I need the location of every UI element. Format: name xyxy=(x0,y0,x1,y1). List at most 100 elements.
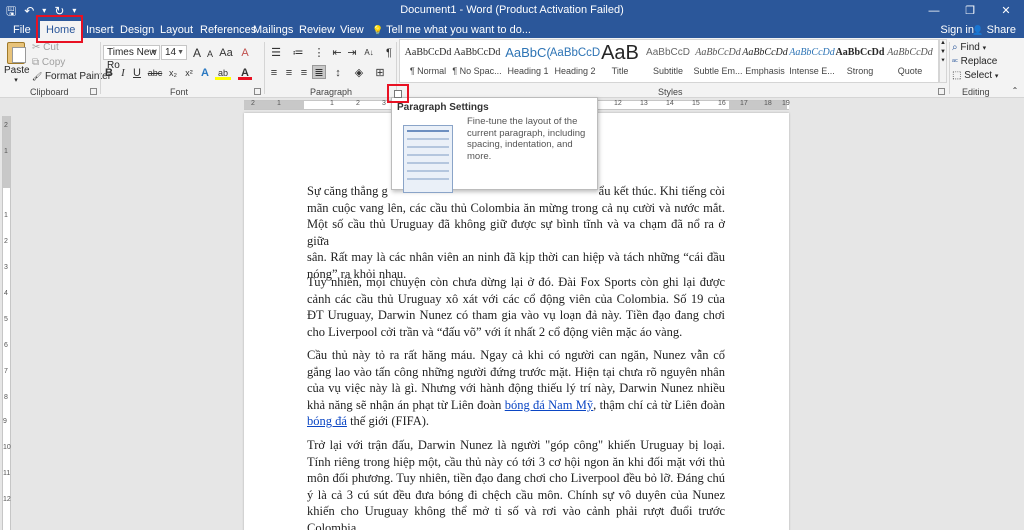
clipboard-icon xyxy=(7,42,26,64)
copy-button[interactable]: ⧉ Copy xyxy=(32,56,65,69)
tab-design[interactable]: Design xyxy=(120,22,154,38)
font-size-input[interactable]: 14 ▼ xyxy=(161,45,187,60)
paste-button[interactable]: Paste ▾ xyxy=(4,42,30,84)
collapse-ribbon-icon[interactable]: ⌃ xyxy=(1010,84,1020,98)
font-color-icon[interactable]: A xyxy=(238,66,252,80)
paragraph-3[interactable]: Cầu thủ này tỏ ra rất hăng máu. Ngay cả … xyxy=(307,347,725,430)
tab-view[interactable]: View xyxy=(340,22,364,38)
highlight-color-icon[interactable]: ab xyxy=(215,66,231,80)
scroll-up-icon[interactable]: ▲ xyxy=(940,40,946,46)
vertical-ruler[interactable]: 2 1 1 2 3 4 5 6 7 8 9 10 11 12 xyxy=(0,112,12,530)
grow-font-icon[interactable]: A xyxy=(191,46,203,60)
change-case-icon[interactable]: Aa xyxy=(218,46,234,60)
style-no-spacing[interactable]: AaBbCcDd ¶ No Spac... xyxy=(449,40,505,84)
align-left-icon[interactable]: ≡ xyxy=(268,66,280,80)
superscript-button[interactable]: x² xyxy=(182,66,196,80)
style-subtitle[interactable]: AaBbCcD Subtitle xyxy=(640,40,696,84)
styles-scrollbar[interactable]: ▲ ▼ ⯆ xyxy=(939,39,947,83)
find-button[interactable]: ⌕ Find ▾ xyxy=(952,41,986,55)
style-name: Quote xyxy=(897,66,923,76)
restore-icon[interactable]: ❐ xyxy=(952,0,988,22)
shrink-font-icon[interactable]: A xyxy=(204,47,216,61)
align-right-icon[interactable]: ≡ xyxy=(298,66,310,80)
ruler-number: 14 xyxy=(666,100,674,107)
style-strong[interactable]: AaBbCcDd Strong xyxy=(832,40,888,84)
decrease-indent-icon[interactable]: ⇤ xyxy=(331,46,343,60)
sign-in-link[interactable]: Sign in xyxy=(940,22,974,38)
clipboard-launcher-icon[interactable] xyxy=(90,88,97,95)
link-bong-da[interactable]: bóng đá xyxy=(307,414,347,428)
tell-me-box[interactable]: 💡 Tell me what you want to do... xyxy=(372,22,531,38)
window-controls: — ❐ ✕ xyxy=(916,0,1024,22)
ruler-number: 1 xyxy=(277,100,281,107)
style-normal[interactable]: AaBbCcDd ¶ Normal xyxy=(400,40,456,84)
line-spacing-icon[interactable]: ↕ xyxy=(331,66,345,80)
font-size-value: 14 xyxy=(165,47,177,58)
tab-insert[interactable]: Insert xyxy=(86,22,114,38)
style-preview: AaBbCcD xyxy=(646,47,690,58)
tooltip-description: Fine-tune the layout of the current para… xyxy=(467,116,586,162)
text-effects-icon[interactable]: A xyxy=(199,66,211,80)
paintbrush-icon: 🖌 xyxy=(32,72,43,81)
preview-line xyxy=(407,162,449,164)
text-run: thế giới (FIFA). xyxy=(346,414,430,429)
tab-references[interactable]: References xyxy=(200,22,256,38)
tell-me-text: Tell me what you want to do... xyxy=(386,24,531,36)
italic-button[interactable]: I xyxy=(117,66,129,80)
multilevel-list-icon[interactable]: ⋮ xyxy=(312,46,326,60)
underline-button[interactable]: U xyxy=(131,66,143,80)
paragraph-2[interactable]: Tuy nhiên, mọi chuyện còn chưa dừng lại … xyxy=(307,274,725,340)
increase-indent-icon[interactable]: ⇥ xyxy=(346,46,358,60)
select-icon: ⬚ xyxy=(952,70,962,81)
link-bong-da-nam-my[interactable]: bóng đá Nam Mỹ xyxy=(505,398,593,412)
bold-button[interactable]: B xyxy=(103,66,115,80)
tab-home[interactable]: Home xyxy=(40,21,82,39)
align-center-icon[interactable]: ≡ xyxy=(283,66,295,80)
ruler-number: 19 xyxy=(782,100,790,107)
tab-file[interactable]: File xyxy=(13,22,31,38)
clear-formatting-icon[interactable]: A xyxy=(238,46,252,60)
bullets-icon[interactable]: ☰ xyxy=(268,46,284,60)
font-name-input[interactable]: Times New Ro ▼ xyxy=(103,45,160,71)
sort-icon[interactable]: A↓ xyxy=(361,46,377,60)
styles-gallery: AaBbCcDd ¶ Normal AaBbCcDd ¶ No Spac... … xyxy=(399,39,939,83)
chevron-down-icon: ▼ xyxy=(150,49,157,56)
text-run: ẩu kết thúc. Khi tiếng còi xyxy=(598,184,725,198)
ruler-number: 2 xyxy=(356,100,360,107)
borders-icon[interactable]: ⊞ xyxy=(373,66,387,80)
tab-layout[interactable]: Layout xyxy=(160,22,193,38)
cut-button[interactable]: ✂ Cut xyxy=(32,41,59,54)
numbering-icon[interactable]: ≔ xyxy=(290,46,306,60)
scroll-down-icon[interactable]: ▼ xyxy=(940,49,946,55)
paragraph-launcher-button[interactable] xyxy=(387,84,409,103)
style-quote[interactable]: AaBbCcDd Quote xyxy=(882,40,938,84)
strikethrough-button[interactable]: abc xyxy=(146,66,164,80)
paragraph-4[interactable]: Trở lại với trận đấu, Darwin Nunez là ng… xyxy=(307,437,725,530)
font-group-label: Font xyxy=(170,87,189,97)
tab-mailings[interactable]: Mailings xyxy=(253,22,293,38)
replace-button[interactable]: ᵃᶜ Replace xyxy=(952,55,997,69)
ruler-number: 1 xyxy=(330,100,334,107)
share-button[interactable]: 👤 Share xyxy=(972,22,1016,38)
ruler-number: 17 xyxy=(740,100,748,107)
shading-icon[interactable]: ◈ xyxy=(352,66,366,80)
justify-icon[interactable]: ≣ xyxy=(312,65,326,79)
more-styles-icon[interactable]: ⯆ xyxy=(940,58,946,65)
replace-icon: ᵃᶜ xyxy=(952,57,958,66)
styles-launcher-icon[interactable] xyxy=(938,88,945,95)
text-run: Sự căng thẳng g xyxy=(307,184,388,198)
font-launcher-icon[interactable] xyxy=(254,88,261,95)
close-icon[interactable]: ✕ xyxy=(988,0,1024,22)
subscript-button[interactable]: x₂ xyxy=(166,66,180,80)
cut-label: Cut xyxy=(43,42,59,53)
scissors-icon: ✂ xyxy=(32,42,41,53)
ribbon-tabs: File Home Insert Design Layout Reference… xyxy=(0,21,1024,39)
paragraph-1[interactable]: Sự căng thẳng g ẩu kết thúc. Khi tiếng c… xyxy=(307,183,725,283)
ruler-number: 3 xyxy=(382,100,386,107)
minimize-icon[interactable]: — xyxy=(916,0,952,22)
show-marks-icon[interactable]: ¶ xyxy=(383,46,395,60)
ruler-number: 2 xyxy=(4,122,8,129)
tab-review[interactable]: Review xyxy=(299,22,335,38)
select-button[interactable]: ⬚ Select ▾ xyxy=(952,69,998,83)
clipboard-group-label: Clipboard xyxy=(30,87,69,97)
